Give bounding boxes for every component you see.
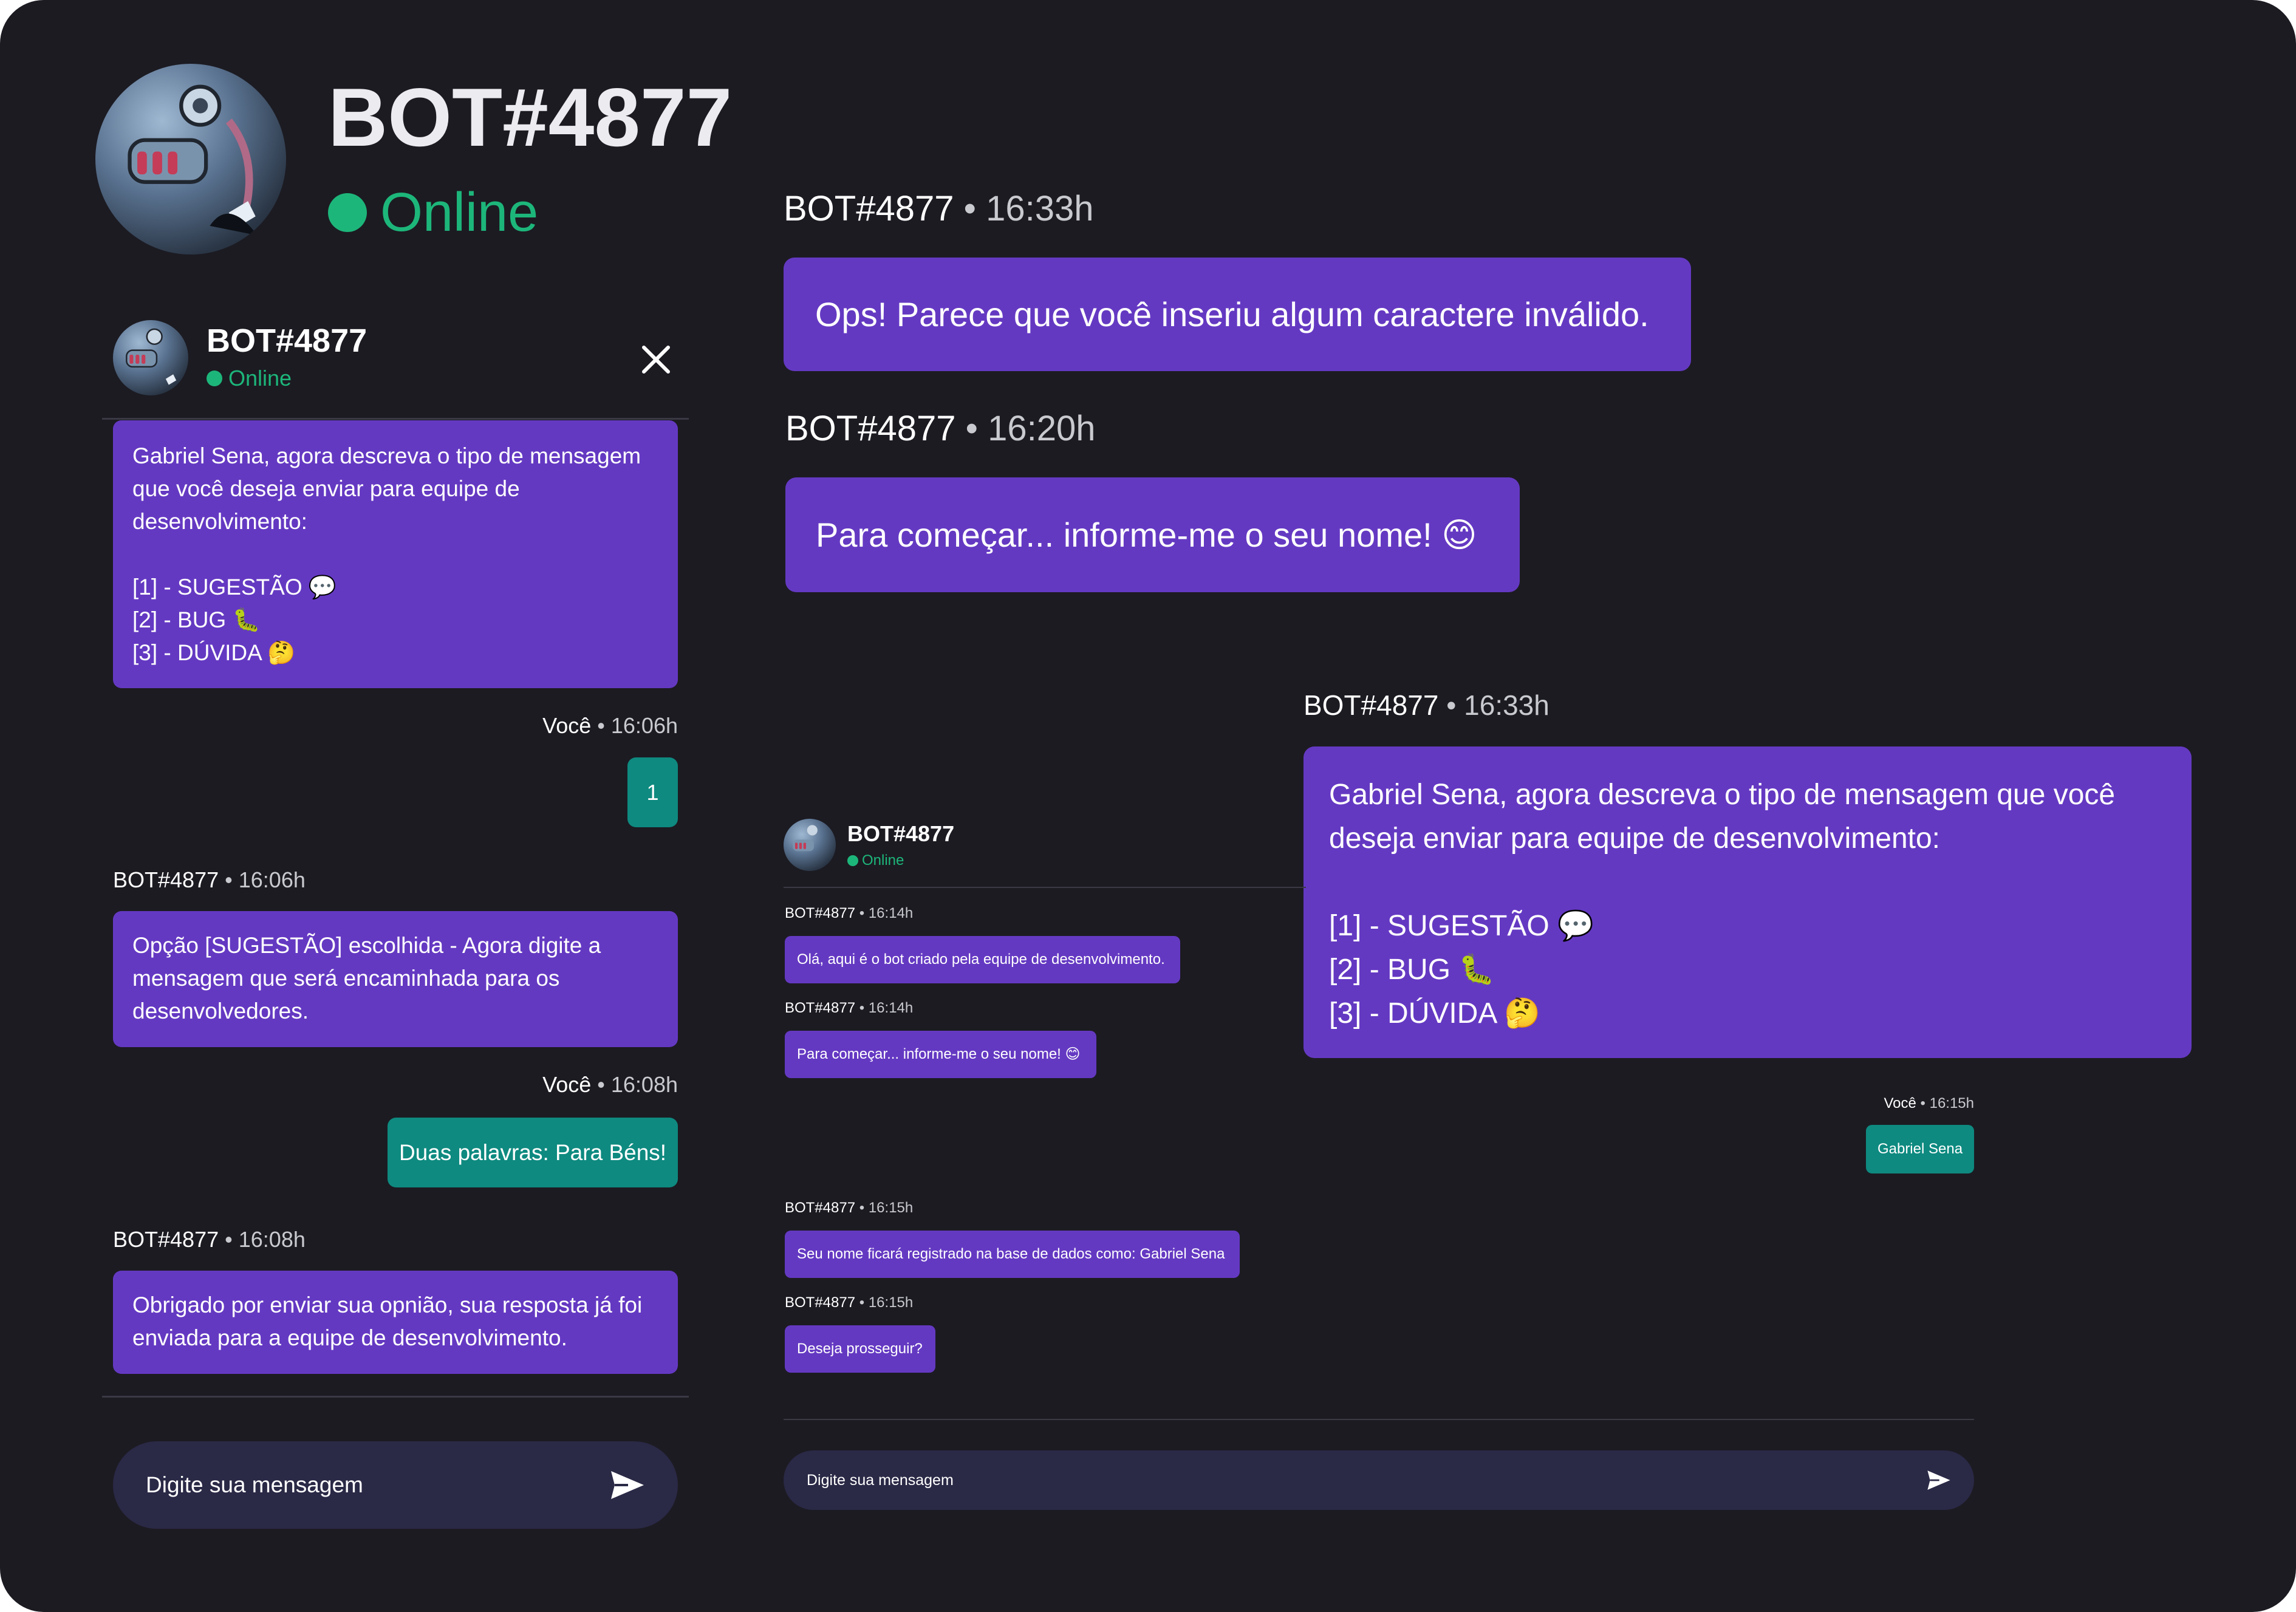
send-icon — [1927, 1470, 1950, 1490]
app-frame: BOT#4877 Online BOT#4877 Online Gabriel … — [0, 0, 2296, 1612]
meta-sender: Você — [542, 713, 592, 738]
meta-time: 16:08h — [610, 1072, 678, 1097]
meta-separator: • — [225, 1227, 233, 1252]
user-message-bubble: Duas palavras: Para Béns! — [388, 1118, 678, 1187]
input-divider — [102, 1396, 689, 1398]
meta-sender: Você — [1884, 1095, 1916, 1112]
meta-time: 16:06h — [610, 713, 678, 738]
bot-avatar-mini — [784, 819, 836, 871]
chat-header-status-label: Online — [228, 366, 292, 391]
online-status-dot — [207, 371, 222, 386]
meta-sender: BOT#4877 — [785, 1000, 856, 1016]
meta-separator: • — [859, 905, 865, 921]
meta-time: 16:14h — [868, 1000, 914, 1016]
chat-header-status: Online — [207, 364, 292, 392]
showcase-meta: BOT#4877 • 16:33h — [1303, 689, 1549, 722]
bot-avatar-small — [113, 320, 188, 395]
mini-input-divider — [784, 1419, 1974, 1420]
showcase-meta: BOT#4877 • 16:33h — [784, 188, 1093, 229]
header-divider — [102, 418, 689, 420]
meta-separator: • — [1920, 1095, 1925, 1112]
meta-sender: BOT#4877 — [784, 189, 954, 228]
bot-message-bubble: Deseja prosseguir? — [785, 1325, 935, 1373]
mini-header-status: Online — [847, 852, 904, 870]
send-button[interactable] — [610, 1470, 645, 1500]
message-meta: BOT#4877 • 16:06h — [113, 867, 306, 893]
bot-message-bubble: Seu nome ficará registrado na base de da… — [785, 1231, 1240, 1278]
online-status-dot — [847, 855, 858, 866]
bot-message-bubble: Opção [SUGESTÃO] escolhida - Agora digit… — [113, 911, 678, 1047]
meta-sender: BOT#4877 — [113, 867, 219, 892]
mini-header-divider — [784, 887, 1306, 888]
close-icon — [642, 346, 670, 374]
message-meta: BOT#4877 • 16:15h — [785, 1294, 913, 1311]
meta-time: 16:33h — [986, 189, 1094, 228]
meta-time: 16:15h — [868, 1200, 914, 1216]
bot-message-bubble: Para começar... informe-me o seu nome! 😊 — [785, 1031, 1096, 1078]
bot-message-bubble: Obrigado por enviar sua opnião, sua resp… — [113, 1271, 678, 1374]
meta-time: 16:20h — [988, 409, 1096, 448]
message-meta: BOT#4877 • 16:14h — [785, 905, 913, 922]
meta-separator: • — [225, 867, 233, 892]
meta-separator: • — [597, 1072, 605, 1097]
hero-status-label: Online — [380, 182, 539, 243]
message-meta: Você • 16:06h — [474, 713, 678, 739]
robot-icon — [126, 328, 177, 385]
mini-send-button[interactable] — [1927, 1469, 1951, 1491]
meta-separator: • — [963, 189, 976, 228]
user-message-bubble: Gabriel Sena — [1866, 1125, 1974, 1173]
meta-time: 16:06h — [238, 867, 306, 892]
user-message-bubble: 1 — [627, 757, 678, 827]
meta-time: 16:33h — [1464, 689, 1549, 721]
mini-header-name: BOT#4877 — [847, 821, 955, 846]
message-input-bar[interactable]: Digite sua mensagem — [113, 1441, 678, 1529]
chat-header-name: BOT#4877 — [207, 323, 367, 359]
meta-separator: • — [1446, 689, 1457, 721]
robot-icon — [793, 825, 818, 852]
message-meta: BOT#4877 • 16:08h — [113, 1227, 306, 1252]
meta-time: 16:08h — [238, 1227, 306, 1252]
message-meta: BOT#4877 • 16:15h — [785, 1200, 913, 1217]
message-meta: BOT#4877 • 16:14h — [785, 1000, 913, 1017]
meta-separator: • — [859, 1000, 865, 1016]
meta-separator: • — [859, 1200, 865, 1216]
mini-message-input-bar[interactable]: Digite sua mensagem — [784, 1450, 1974, 1510]
meta-sender: BOT#4877 — [785, 1294, 856, 1311]
showcase-bot-bubble: Para começar... informe-me o seu nome! 😊 — [785, 477, 1520, 592]
meta-sender: BOT#4877 — [1303, 689, 1439, 721]
robot-icon — [128, 84, 258, 236]
meta-sender: BOT#4877 — [785, 1200, 856, 1216]
showcase-bot-bubble: Gabriel Sena, agora descreva o tipo de m… — [1303, 746, 2192, 1058]
close-button[interactable] — [638, 341, 674, 378]
hero-bot-name: BOT#4877 — [328, 71, 733, 163]
meta-time: 16:14h — [868, 905, 914, 921]
meta-sender: BOT#4877 — [785, 409, 956, 448]
mini-message-input[interactable]: Digite sua mensagem — [807, 1472, 954, 1489]
message-meta: Você • 16:08h — [474, 1072, 678, 1098]
meta-separator: • — [859, 1294, 865, 1311]
message-input[interactable]: Digite sua mensagem — [146, 1472, 363, 1498]
showcase-meta: BOT#4877 • 16:20h — [785, 408, 1095, 449]
meta-sender: BOT#4877 — [785, 905, 856, 921]
meta-separator: • — [597, 713, 605, 738]
showcase-bot-bubble: Ops! Parece que você inseriu algum carac… — [784, 258, 1691, 371]
meta-sender: BOT#4877 — [113, 1227, 219, 1252]
meta-time: 16:15h — [868, 1294, 914, 1311]
bot-message-bubble: Olá, aqui é o bot criado pela equipe de … — [785, 936, 1180, 983]
bot-message-bubble: Gabriel Sena, agora descreva o tipo de m… — [113, 420, 678, 688]
send-icon — [611, 1471, 644, 1499]
hero-status: Online — [328, 182, 538, 243]
meta-time: 16:15h — [1929, 1095, 1974, 1112]
message-meta: Você • 16:15h — [1822, 1095, 1974, 1112]
online-status-dot — [328, 193, 367, 232]
bot-avatar-large — [95, 64, 286, 254]
meta-sender: Você — [542, 1072, 592, 1097]
mini-header-status-label: Online — [862, 852, 904, 869]
meta-separator: • — [965, 409, 978, 448]
